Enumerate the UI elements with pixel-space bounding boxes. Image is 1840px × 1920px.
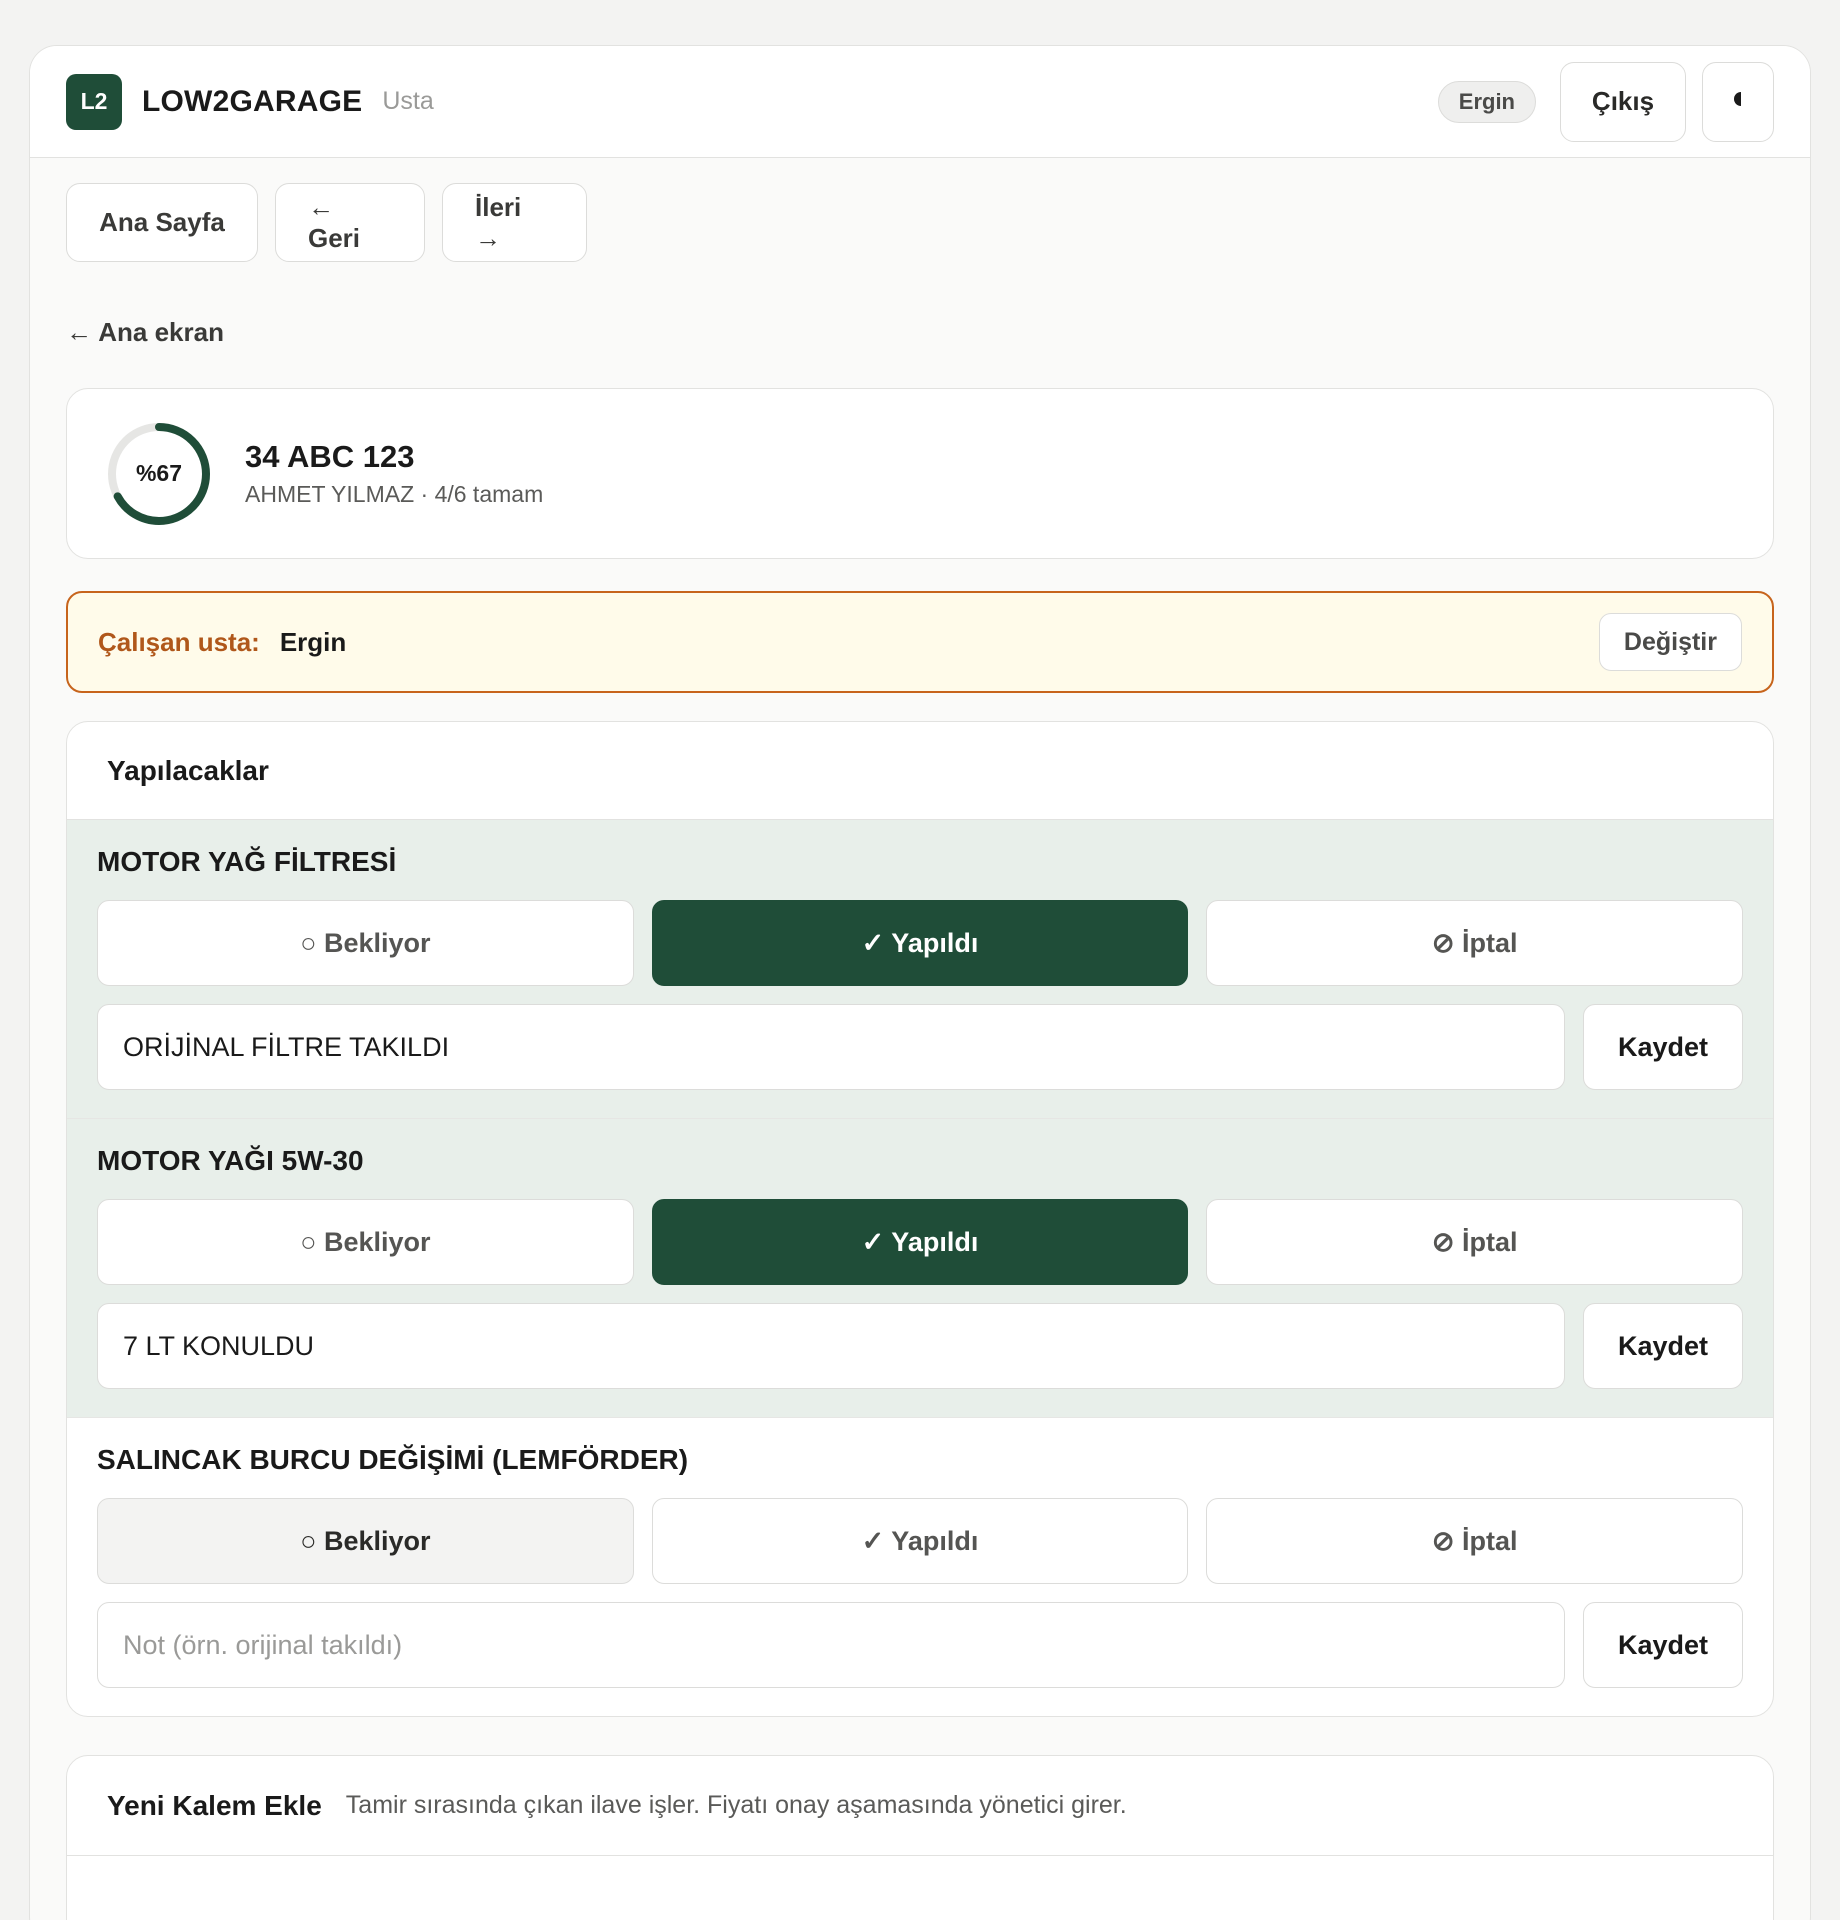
new-item-header: Yeni Kalem Ekle Tamir sırasında çıkan il… bbox=[67, 1756, 1773, 1856]
task-item: MOTOR YAĞ FİLTRESİ ○ Bekliyor ✓ Yapıldı … bbox=[67, 820, 1773, 1119]
logout-button[interactable]: Çıkış bbox=[1560, 61, 1686, 142]
save-note-button[interactable]: Kaydet bbox=[1583, 1602, 1743, 1688]
task-title: SALINCAK BURCU DEĞİŞİMİ (LEMFÖRDER) bbox=[97, 1444, 689, 1475]
status-pending-button[interactable]: ○ Bekliyor bbox=[97, 1199, 634, 1285]
theme-toggle-button[interactable] bbox=[1702, 61, 1774, 142]
vehicle-plate: 34 ABC 123 bbox=[245, 439, 415, 474]
app-shell: L2 LOW2GARAGE Usta Ergin Çıkış Ana Sayfa… bbox=[29, 45, 1811, 1920]
task-note-input[interactable] bbox=[97, 1303, 1565, 1389]
active-worker-banner: Çalışan usta: Ergin Değiştir bbox=[66, 591, 1774, 693]
status-cancel-button[interactable]: ⊘ İptal bbox=[1206, 900, 1744, 986]
nav-row: Ana Sayfa ← Geri İleri → bbox=[66, 183, 1810, 262]
home-button[interactable]: Ana Sayfa bbox=[66, 183, 258, 262]
task-title: MOTOR YAĞI 5W-30 bbox=[97, 1145, 364, 1176]
progress-percent: %67 bbox=[135, 460, 183, 486]
back-to-home-link[interactable]: ← Ana ekran bbox=[66, 317, 1810, 348]
task-note-input[interactable] bbox=[97, 1602, 1565, 1688]
status-done-button[interactable]: ✓ Yapıldı bbox=[651, 1199, 1189, 1285]
status-pending-button[interactable]: ○ Bekliyor bbox=[97, 1498, 634, 1584]
job-summary-card: %67 34 ABC 123 AHMET YILMAZ · 4/6 tamam bbox=[66, 388, 1774, 559]
new-item-description: Tamir sırasında çıkan ilave işler. Fiyat… bbox=[345, 1791, 1127, 1819]
progress-ring: %67 bbox=[107, 422, 211, 526]
forward-button[interactable]: İleri → bbox=[442, 183, 587, 262]
tasks-card: Yapılacaklar MOTOR YAĞ FİLTRESİ ○ Bekliy… bbox=[66, 721, 1774, 1717]
change-worker-button[interactable]: Değiştir bbox=[1598, 613, 1742, 671]
new-item-title: Yeni Kalem Ekle bbox=[107, 1789, 322, 1821]
task-status-row: ○ Bekliyor ✓ Yapıldı ⊘ İptal bbox=[97, 900, 1744, 986]
user-badge: Ergin bbox=[1437, 80, 1536, 123]
half-moon-icon bbox=[1733, 92, 1743, 111]
save-note-button[interactable]: Kaydet bbox=[1583, 1303, 1743, 1389]
task-status-row: ○ Bekliyor ✓ Yapıldı ⊘ İptal bbox=[97, 1498, 1744, 1584]
tasks-heading: Yapılacaklar bbox=[67, 722, 1773, 820]
back-button[interactable]: ← Geri bbox=[275, 183, 425, 262]
task-status-row: ○ Bekliyor ✓ Yapıldı ⊘ İptal bbox=[97, 1199, 1744, 1285]
task-note-row: Kaydet bbox=[97, 1004, 1743, 1090]
vehicle-subtitle: AHMET YILMAZ · 4/6 tamam bbox=[245, 481, 544, 507]
status-cancel-button[interactable]: ⊘ İptal bbox=[1206, 1199, 1744, 1285]
brand-logo[interactable]: L2 bbox=[66, 73, 122, 130]
worker-label: Çalışan usta: bbox=[98, 626, 260, 657]
vehicle-info: 34 ABC 123 AHMET YILMAZ · 4/6 tamam bbox=[245, 439, 543, 508]
save-note-button[interactable]: Kaydet bbox=[1583, 1004, 1743, 1090]
task-title: MOTOR YAĞ FİLTRESİ bbox=[97, 846, 397, 877]
task-note-row: Kaydet bbox=[97, 1602, 1743, 1688]
status-done-button[interactable]: ✓ Yapıldı bbox=[651, 1498, 1189, 1584]
top-bar: L2 LOW2GARAGE Usta Ergin Çıkış bbox=[30, 46, 1810, 158]
user-role: Usta bbox=[382, 87, 434, 115]
brand-name: LOW2GARAGE bbox=[142, 84, 363, 118]
worker-name: Ergin bbox=[279, 626, 347, 657]
status-cancel-button[interactable]: ⊘ İptal bbox=[1206, 1498, 1744, 1584]
task-note-input[interactable] bbox=[97, 1004, 1565, 1090]
task-item: MOTOR YAĞI 5W-30 ○ Bekliyor ✓ Yapıldı ⊘ … bbox=[67, 1119, 1773, 1418]
task-item: SALINCAK BURCU DEĞİŞİMİ (LEMFÖRDER) ○ Be… bbox=[67, 1418, 1773, 1716]
status-pending-button[interactable]: ○ Bekliyor bbox=[97, 900, 634, 986]
new-item-card: Yeni Kalem Ekle Tamir sırasında çıkan il… bbox=[66, 1755, 1774, 1920]
status-done-button[interactable]: ✓ Yapıldı bbox=[651, 900, 1189, 986]
task-note-row: Kaydet bbox=[97, 1303, 1743, 1389]
